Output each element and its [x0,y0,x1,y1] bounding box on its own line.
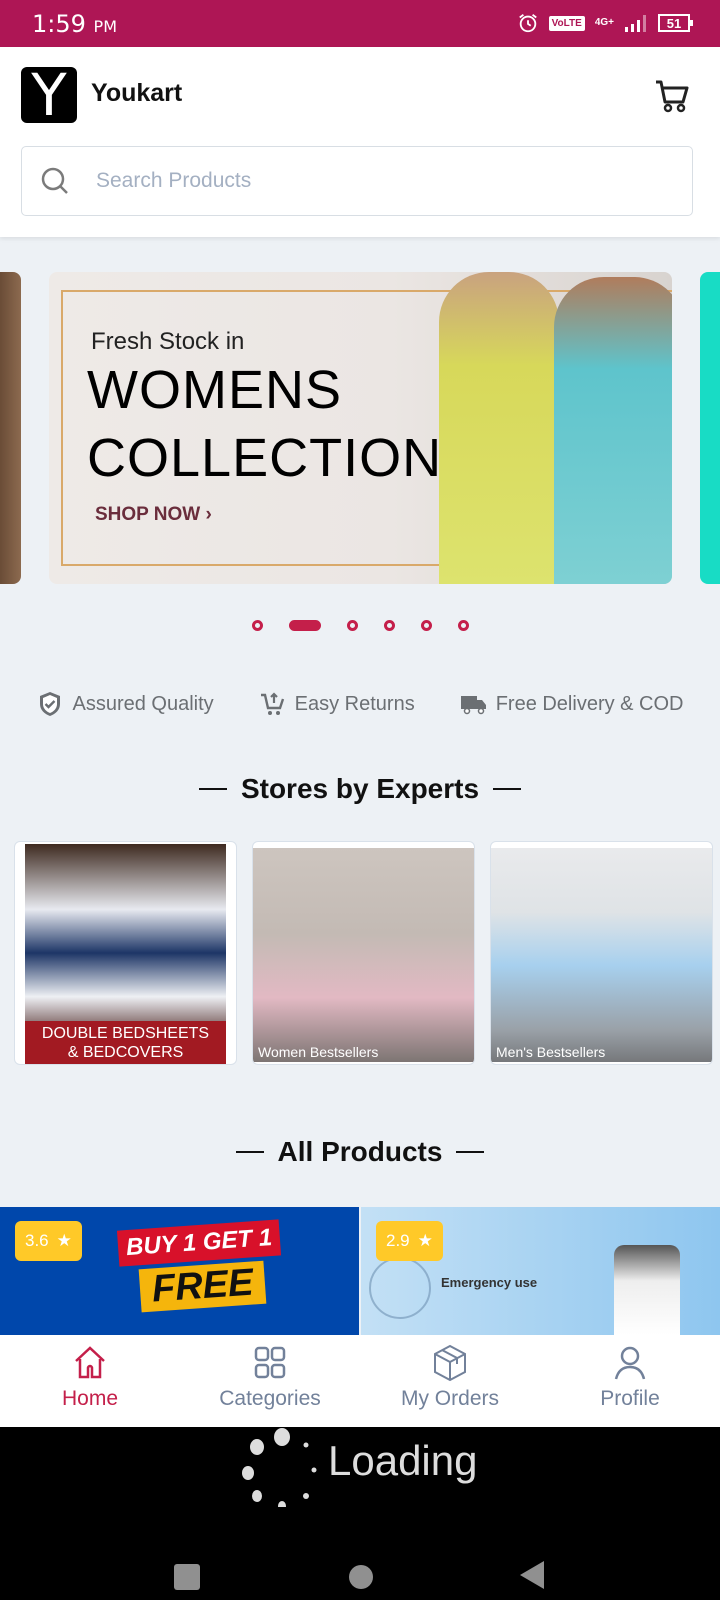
store-label: Women Bestsellers [258,1044,379,1060]
banner-title-line2: COLLECTION [87,428,443,488]
app-header: Y Youkart [0,47,720,237]
carousel-slide-womens-collection[interactable]: Fresh Stock in WOMENS COLLECTION SHOP NOW… [49,272,672,584]
search-input[interactable] [96,169,656,193]
section-title-text: All Products [277,1136,443,1167]
feature-strip: Assured Quality Easy Returns Free Delive… [0,690,720,718]
feature-label: Assured Quality [72,692,214,715]
status-time: 1:59 PM [32,10,117,38]
carousel-pagination [0,620,720,631]
product-grid: BUY 1 GET 1 FREE 3.6 ★ Emergency use 2.9 ★ [0,1207,720,1335]
product-bulb-image [614,1245,680,1335]
siren-icon [369,1257,431,1319]
alarm-icon [518,14,537,33]
store-image [491,848,712,1062]
shop-now-link[interactable]: SHOP NOW › [95,504,212,526]
nav-label: My Orders [400,1387,499,1410]
ampm-text: PM [93,17,117,36]
home-icon [75,1346,105,1379]
shield-check-icon [40,692,61,716]
promo-buy1get1: BUY 1 GET 1 [116,1219,282,1267]
store-label-line2: & BEDCOVERS [67,1044,184,1061]
rating-badge: 3.6 ★ [15,1221,82,1261]
battery-level: 51 [666,15,682,31]
banner-model-2 [554,277,672,584]
feature-easy-returns: Easy Returns [259,690,415,718]
section-title-text: Stores by Experts [240,773,480,804]
stores-carousel[interactable]: DOUBLE BEDSHEETS & BEDCOVERS Women Bestse… [14,841,720,1065]
store-label: Men's Bestsellers [496,1044,606,1060]
search-bar[interactable] [21,146,693,216]
title-dash-right [456,1151,485,1153]
nav-label: Categories [219,1387,321,1410]
store-label: DOUBLE BEDSHEETS & BEDCOVERS [25,1021,226,1064]
banner-title: WOMENS COLLECTION [87,356,442,492]
product-card[interactable]: Emergency use 2.9 ★ [361,1207,720,1335]
feature-free-delivery: Free Delivery & COD [460,690,684,718]
nav-categories[interactable]: Categories [180,1335,360,1427]
box-icon [434,1344,466,1382]
home-button[interactable] [349,1565,373,1589]
banner-subtitle: Fresh Stock in [91,328,245,355]
cart-return-icon [260,692,284,715]
volte-icon: VoLTE [548,15,585,31]
promo-free: FREE [138,1260,267,1313]
grid-icon [254,1346,286,1379]
nav-home[interactable]: Home [0,1335,180,1427]
banner-title-line1: WOMENS [87,360,342,420]
products-section-title: All Products [0,1136,720,1168]
user-icon [614,1346,646,1380]
truck-icon [460,696,486,715]
nav-my-orders[interactable]: My Orders [360,1335,540,1427]
title-dash-right [493,788,522,790]
carousel-dot[interactable] [457,620,469,631]
carousel-slide-prev[interactable] [0,272,21,584]
stores-section-title: Stores by Experts [0,773,720,805]
store-label-line1: DOUBLE BEDSHEETS [41,1025,210,1042]
feature-label: Free Delivery & COD [495,692,684,715]
network-type-icon: 4G+ [594,17,614,28]
star-icon: ★ [56,1231,72,1250]
banner-carousel[interactable]: Fresh Stock in WOMENS COLLECTION SHOP NOW… [0,272,720,584]
nav-label: Profile [600,1387,660,1410]
rating-value: 2.9 [386,1231,410,1250]
carousel-dot[interactable] [383,620,395,631]
nav-profile[interactable]: Profile [540,1335,720,1427]
brand-logo[interactable]: Y [21,66,77,124]
title-dash-left [198,788,227,790]
system-bar: Loading [0,1427,720,1600]
cart-icon[interactable] [654,79,690,113]
store-card-women-bestsellers[interactable]: Women Bestsellers [252,841,475,1065]
feature-assured-quality: Assured Quality [36,690,214,718]
store-card-mens-bestsellers[interactable]: Men's Bestsellers [490,841,713,1065]
carousel-dot[interactable] [420,620,432,631]
promo-emergency: Emergency use [441,1275,538,1290]
status-icons: VoLTE 4G+ 51 [517,12,693,34]
bottom-navigation: Home Categories My Orders Profile [0,1335,720,1427]
star-icon: ★ [417,1231,433,1250]
signal-icon [625,15,646,32]
product-card[interactable]: BUY 1 GET 1 FREE 3.6 ★ [0,1207,359,1335]
carousel-dot[interactable] [251,620,263,631]
store-image [253,848,474,1062]
feature-label: Easy Returns [294,692,415,715]
rating-value: 3.6 [25,1231,49,1250]
nav-label: Home [61,1387,119,1410]
recents-button[interactable] [174,1564,200,1590]
time-text: 1:59 [32,10,86,38]
loading-text: Loading [328,1437,478,1484]
store-card-bedsheets[interactable]: DOUBLE BEDSHEETS & BEDCOVERS [14,841,237,1065]
brand-name: Youkart [91,79,183,107]
carousel-dot-active[interactable] [288,620,321,631]
carousel-slide-next[interactable] [700,272,720,584]
loading-indicator: Loading [240,1427,477,1507]
title-dash-left [235,1151,264,1153]
carousel-dot[interactable] [346,620,358,631]
battery-icon: 51 [658,14,693,32]
banner-model-1 [439,272,559,584]
status-bar: 1:59 PM VoLTE 4G+ 51 [0,0,720,47]
rating-badge: 2.9 ★ [376,1221,443,1261]
search-icon [41,167,68,194]
back-button[interactable] [520,1561,544,1589]
spinner-icon [242,1428,317,1507]
